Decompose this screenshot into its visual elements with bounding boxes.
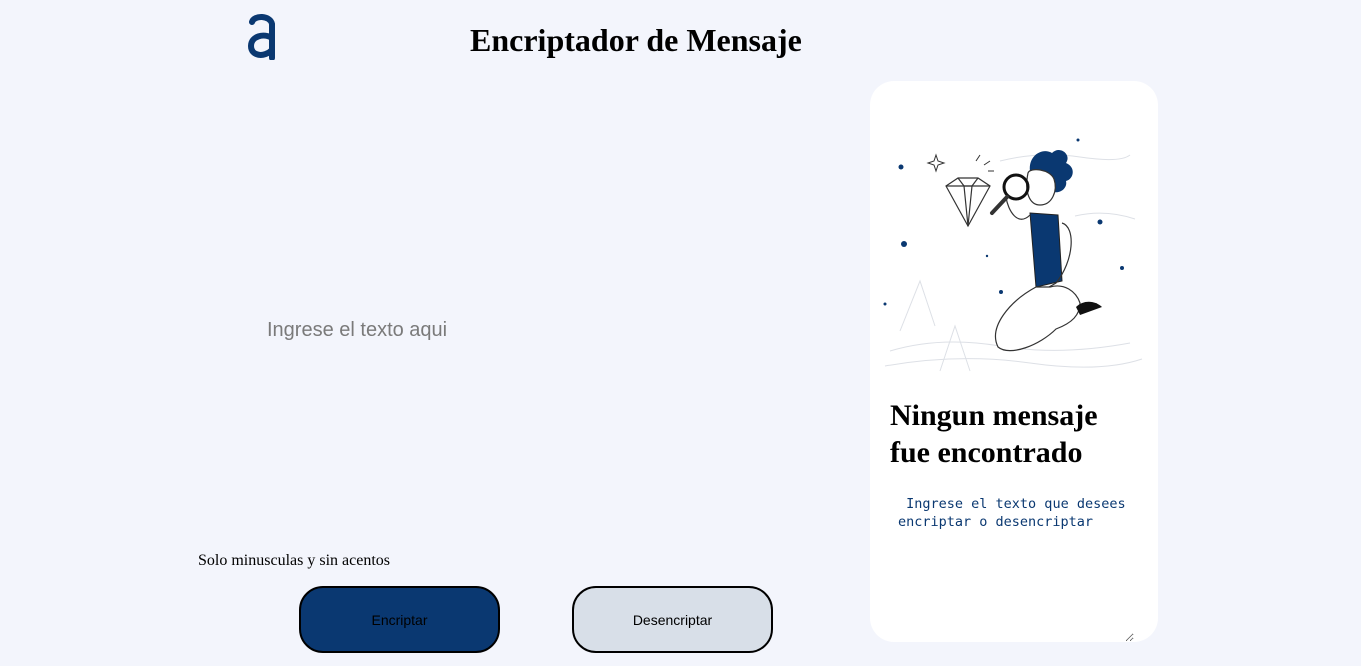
result-output[interactable] <box>898 495 1134 642</box>
message-input[interactable] <box>260 90 820 530</box>
page-title: Encriptador de Mensaje <box>470 22 802 58</box>
encrypt-button[interactable]: Encriptar <box>299 586 500 653</box>
person-magnifier-diamond-illustration <box>883 138 1143 372</box>
decrypt-button[interactable]: Desencriptar <box>572 586 773 653</box>
input-hint: Solo minusculas y sin acentos <box>198 552 390 569</box>
alura-logo-icon[interactable] <box>244 12 280 60</box>
no-message-heading: Ningun mensaje fue encontrado <box>890 399 1098 469</box>
result-panel: Ningun mensaje fue encontrado <box>870 81 1158 642</box>
